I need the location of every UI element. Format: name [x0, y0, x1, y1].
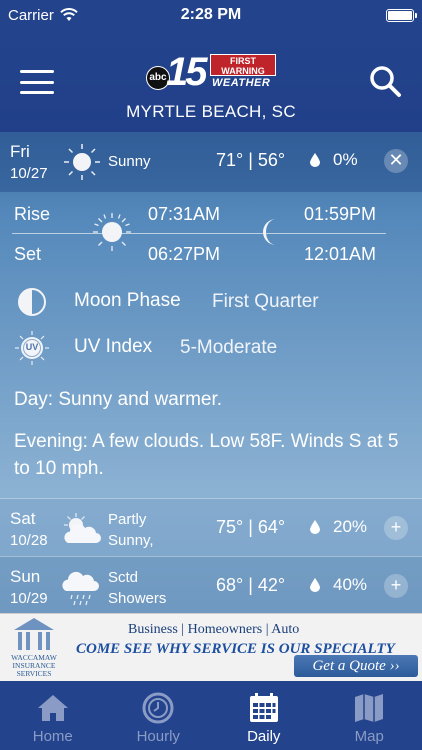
day-forecast-text: Day: Sunny and warmer. — [14, 389, 223, 410]
daily-content: Fri 10/27 Sunny 71° | 56° 0% ✕ Rise 07:3… — [0, 132, 422, 613]
condition-line: Partly — [108, 511, 147, 528]
raindrop-icon — [310, 520, 320, 534]
building-icon — [14, 618, 54, 650]
day-precip: 40% — [333, 575, 368, 594]
day-temps: 71° | 56° — [216, 150, 286, 170]
tab-map[interactable]: Map — [317, 681, 422, 750]
day-name: Sun — [10, 567, 41, 586]
condition-line: Sunny, — [108, 532, 154, 549]
raindrop-icon — [310, 578, 320, 592]
raindrop-icon — [310, 153, 320, 167]
tab-label: Daily — [247, 728, 281, 745]
moonset-time: 12:01AM — [304, 244, 377, 264]
ad-services: Business | Homeowners | Auto — [128, 622, 300, 637]
tab-label: Map — [354, 728, 384, 745]
day-precip: 20% — [333, 517, 368, 536]
day-name: Fri — [10, 142, 30, 161]
station-logo: abc 15 FIRST WARNING WEATHER — [146, 50, 276, 94]
tab-home[interactable]: Home — [0, 681, 106, 750]
logo-weather: WEATHER — [212, 77, 271, 89]
sunset-time: 06:27PM — [148, 244, 221, 264]
clock-icon — [142, 692, 174, 724]
day-temps: 68° | 42° — [216, 575, 286, 595]
tab-label: Home — [32, 728, 73, 745]
sunrise-time: 07:31AM — [148, 204, 221, 224]
ad-logo: WACCAMAW INSURANCE SERVICES — [4, 616, 64, 680]
horizon-divider — [12, 233, 386, 234]
battery-icon — [386, 8, 417, 22]
showers-icon — [62, 571, 99, 606]
carrier-label: Carrier — [8, 6, 54, 24]
day-row[interactable]: Sun 10/29 Sctd Showers 68° | 42° 40% + — [0, 556, 422, 613]
moonrise-time: 01:59PM — [304, 204, 377, 224]
uv-index-label: UV Index — [74, 336, 153, 357]
logo-channel: 15 — [166, 50, 207, 94]
day-condition: Sunny — [108, 153, 151, 170]
home-icon — [37, 695, 68, 721]
search-icon[interactable] — [368, 64, 402, 98]
day-row-today[interactable]: Fri 10/27 Sunny 71° | 56° 0% ✕ — [0, 132, 422, 192]
day-date: 10/29 — [10, 590, 48, 607]
uv-index-row: UV UV Index 5-Moderate — [14, 330, 414, 366]
uv-index-value: 5-Moderate — [180, 337, 278, 358]
logo-first-warning: FIRST WARNING — [210, 54, 276, 76]
app-header: abc 15 FIRST WARNING WEATHER MYRTLE BEAC… — [0, 30, 422, 132]
evening-forecast-text: Evening: A few clouds. Low 58F. Winds S … — [14, 431, 399, 479]
get-quote-button[interactable]: Get a Quote ›› — [294, 655, 418, 677]
map-icon — [355, 694, 384, 722]
set-label: Set — [14, 244, 42, 264]
rise-label: Rise — [14, 204, 51, 224]
tab-hourly[interactable]: Hourly — [106, 681, 212, 750]
menu-button[interactable] — [20, 70, 54, 94]
expand-button[interactable]: + — [384, 516, 408, 540]
moon-phase-label: Moon Phase — [74, 290, 181, 311]
ad-logo-name: WACCAMAW INSURANCE SERVICES — [11, 653, 57, 678]
day-date: 10/28 — [10, 532, 48, 549]
uv-icon-text: UV — [25, 342, 39, 352]
day-date: 10/27 — [10, 165, 48, 182]
location-label[interactable]: MYRTLE BEACH, SC — [0, 102, 422, 122]
wifi-icon — [60, 8, 78, 21]
day-row[interactable]: Sat 10/28 Partly Sunny, 75° | 64° 20% + — [0, 498, 422, 556]
day-name: Sat — [10, 509, 36, 528]
moon-phase-value: First Quarter — [212, 291, 319, 312]
calendar-icon — [249, 693, 278, 722]
moon-icon — [263, 219, 276, 245]
condition-line: Showers — [108, 590, 167, 607]
status-right — [274, 8, 417, 22]
day-condition: Partly Sunny, — [108, 509, 198, 551]
collapse-button[interactable]: ✕ — [384, 149, 408, 173]
sunrise-sun-icon — [93, 213, 131, 251]
tab-bar: Home Hourly Daily Map — [0, 681, 422, 750]
ad-banner[interactable]: WACCAMAW INSURANCE SERVICES Business | H… — [0, 613, 422, 681]
moon-phase-row: Moon Phase First Quarter — [14, 284, 414, 320]
status-bar: Carrier 2:28 PM — [0, 0, 422, 30]
moon-phase-icon — [18, 288, 46, 316]
status-time: 2:28 PM — [180, 6, 242, 23]
tab-label: Hourly — [136, 728, 180, 745]
condition-line: Sctd — [108, 569, 139, 586]
status-left: Carrier — [8, 7, 148, 24]
tab-daily[interactable]: Daily — [211, 681, 317, 750]
day-precip: 0% — [333, 150, 358, 169]
expand-button[interactable]: + — [384, 574, 408, 598]
day-condition: Sctd Showers — [108, 567, 198, 609]
sun-icon — [64, 144, 100, 180]
day-temps: 75° | 64° — [216, 517, 286, 537]
partly-sunny-icon — [64, 513, 101, 543]
